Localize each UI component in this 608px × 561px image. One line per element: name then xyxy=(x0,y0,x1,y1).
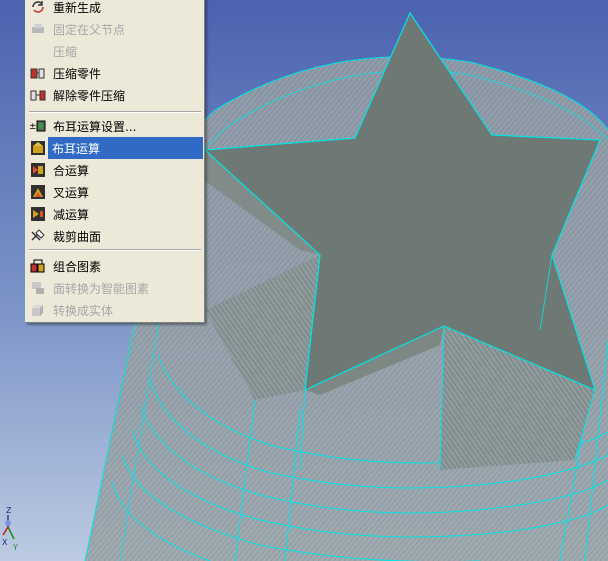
menu-item-5[interactable]: 解除零件压缩 xyxy=(27,84,203,106)
union-icon xyxy=(27,159,49,181)
menu-item-label: 布耳运算设置... xyxy=(53,119,137,134)
menu-item-6[interactable]: ± 布耳运算设置... xyxy=(27,115,203,137)
uncompress-part-icon xyxy=(27,84,49,106)
menu-item-label: 组合图素 xyxy=(53,259,102,274)
compress-part-icon xyxy=(27,62,49,84)
menu-item-12[interactable]: 组合图素 xyxy=(27,255,203,277)
boolean-settings-icon: ± xyxy=(27,115,49,137)
subtract-icon xyxy=(27,203,49,225)
menu-item-9[interactable]: 叉运算 xyxy=(27,181,203,203)
boolean-icon xyxy=(27,137,49,159)
menu-item-label: 转换成实体 xyxy=(53,303,114,318)
menu-item-8[interactable]: 合运算 xyxy=(27,159,203,181)
pin-to-parent-icon xyxy=(27,18,49,40)
menu-item-label: 布耳运算 xyxy=(52,141,101,156)
context-menu: 重新生成固定在父节点 压缩压缩零件解除零件压缩 ± 布耳运算设置... 布耳运算合运算叉… xyxy=(25,0,205,323)
axis-z-label: Z xyxy=(6,506,12,515)
menu-item-3[interactable]: 压缩 xyxy=(27,40,203,62)
menu-item-2[interactable]: 固定在父节点 xyxy=(27,18,203,40)
menu-item-label: 固定在父节点 xyxy=(53,22,126,37)
group-elements-icon xyxy=(27,255,49,277)
axis-x-label: X xyxy=(2,538,8,547)
menu-item-10[interactable]: 减运算 xyxy=(27,203,203,225)
menu-item-7[interactable]: 布耳运算 xyxy=(31,137,203,159)
menu-separator xyxy=(29,249,201,251)
menu-item-label: 面转换为智能图素 xyxy=(53,281,150,296)
menu-item-1[interactable]: 重新生成 xyxy=(27,0,203,18)
menu-item-label: 压缩 xyxy=(53,44,78,59)
menu-item-label: 叉运算 xyxy=(53,185,90,200)
face-to-smart-icon xyxy=(27,277,49,299)
menu-item-label: 解除零件压缩 xyxy=(53,88,126,103)
menu-item-14[interactable]: 转换成实体 xyxy=(27,299,203,321)
menu-item-label: 重新生成 xyxy=(53,0,102,15)
empty-icon-slot xyxy=(27,40,49,62)
menu-item-4[interactable]: 压缩零件 xyxy=(27,62,203,84)
convert-solid-icon xyxy=(27,299,49,321)
svg-text:±: ± xyxy=(29,122,37,132)
menu-item-label: 合运算 xyxy=(53,163,90,178)
menu-item-label: 裁剪曲面 xyxy=(53,229,102,244)
intersect-icon xyxy=(27,181,49,203)
trim-surface-icon xyxy=(27,225,49,247)
menu-item-11[interactable]: 裁剪曲面 xyxy=(27,225,203,247)
menu-separator xyxy=(29,111,201,113)
regenerate-icon xyxy=(27,0,49,18)
menu-item-13[interactable]: 面转换为智能图素 xyxy=(27,277,203,299)
axis-triad: Z X Y xyxy=(2,505,26,555)
menu-item-label: 压缩零件 xyxy=(53,66,102,81)
axis-y-label: Y xyxy=(12,543,18,552)
menu-item-label: 减运算 xyxy=(53,207,90,222)
